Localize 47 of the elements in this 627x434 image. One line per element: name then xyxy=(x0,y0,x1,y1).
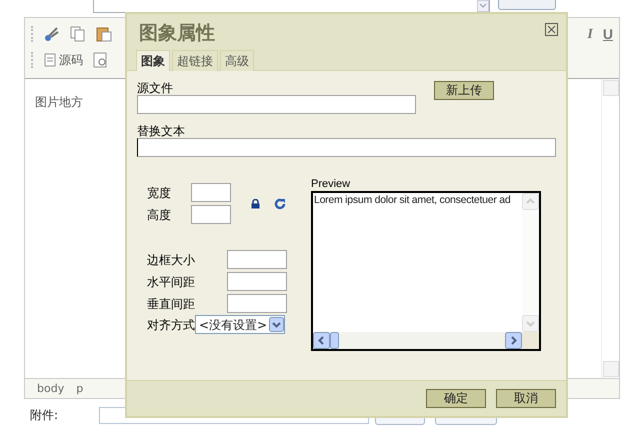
field-label: 水平间距 xyxy=(147,274,196,288)
tab[interactable]: 超链接 xyxy=(172,50,218,71)
scissors-icon[interactable] xyxy=(44,26,60,42)
preview-label: Preview xyxy=(311,177,352,191)
alt-text-field[interactable] xyxy=(137,138,556,157)
preview-text: Lorem ipsum dolor sit amet, consectetuer ad xyxy=(313,193,512,208)
scrollbar[interactable] xyxy=(601,79,619,378)
document-icon xyxy=(44,53,56,67)
dialog-title: 图象属性 xyxy=(139,21,215,46)
paste-icon[interactable] xyxy=(96,26,112,42)
preview-icon[interactable] xyxy=(93,52,109,68)
field-label: 垂直间距 xyxy=(147,296,196,310)
ok-button[interactable]: 确定 xyxy=(426,389,486,408)
number-field[interactable] xyxy=(227,272,287,291)
cancel-button[interactable]: 取消 xyxy=(496,389,556,408)
attachment-label: 附件: xyxy=(30,407,58,424)
source-field[interactable] xyxy=(137,95,416,114)
copy-icon[interactable] xyxy=(70,26,86,42)
number-field[interactable] xyxy=(227,294,287,313)
field-label: 高度 xyxy=(147,208,171,222)
number-field[interactable] xyxy=(227,250,287,269)
source-button[interactable]: 源码 xyxy=(44,51,83,69)
close-icon[interactable] xyxy=(545,23,558,36)
lock-icon[interactable] xyxy=(251,198,260,208)
number-field[interactable] xyxy=(191,205,231,224)
align-select[interactable]: <没有设置> xyxy=(195,315,285,334)
field-label: 对齐方式 xyxy=(147,318,195,332)
upload-button[interactable]: 新上传 xyxy=(434,81,494,100)
scrollbar-corner xyxy=(522,332,539,349)
input-field[interactable] xyxy=(93,0,490,13)
underline-button[interactable]: U xyxy=(602,24,613,44)
path-item[interactable]: p xyxy=(76,381,84,396)
partial-button[interactable] xyxy=(498,0,556,10)
path-item[interactable]: body xyxy=(37,381,64,396)
editor-text: 图片地方 xyxy=(35,95,83,109)
source-label: 源文件 xyxy=(137,81,174,95)
tab[interactable]: 高级 xyxy=(220,50,254,71)
vertical-scrollbar[interactable] xyxy=(522,193,539,332)
field-label: 宽度 xyxy=(147,186,171,200)
alt-text-label: 替换文本 xyxy=(137,124,186,138)
reset-icon[interactable] xyxy=(274,198,286,210)
tab[interactable]: 图象 xyxy=(136,50,170,71)
scroll-thumb-icon[interactable] xyxy=(330,332,339,349)
italic-button[interactable]: I xyxy=(587,24,593,44)
horizontal-scrollbar[interactable] xyxy=(313,332,522,349)
number-field[interactable] xyxy=(191,183,231,202)
field-label: 边框大小 xyxy=(147,252,196,266)
